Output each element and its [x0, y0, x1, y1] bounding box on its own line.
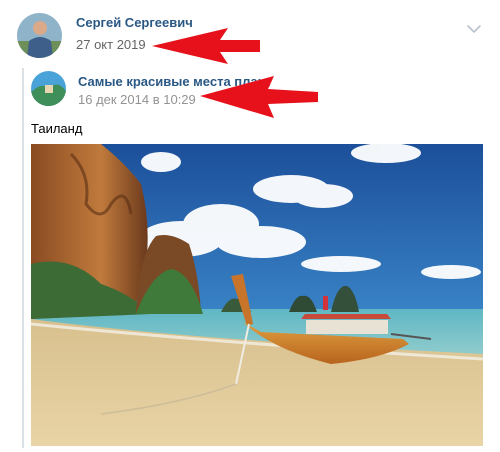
author-avatar[interactable] [17, 13, 62, 58]
red-arrow-icon [152, 28, 260, 64]
post-date[interactable]: 27 окт 2019 [76, 37, 146, 52]
post-text: Таиланд [31, 121, 83, 136]
repost-divider [22, 68, 24, 448]
group-avatar[interactable] [31, 71, 66, 106]
author-name[interactable]: Сергей Сергеевич [76, 15, 193, 30]
post-photo[interactable] [31, 144, 483, 446]
group-name[interactable]: Самые красивые места плане [78, 74, 270, 89]
repost-date[interactable]: 16 дек 2014 в 10:29 [78, 92, 196, 107]
chevron-down-icon[interactable] [466, 24, 482, 34]
